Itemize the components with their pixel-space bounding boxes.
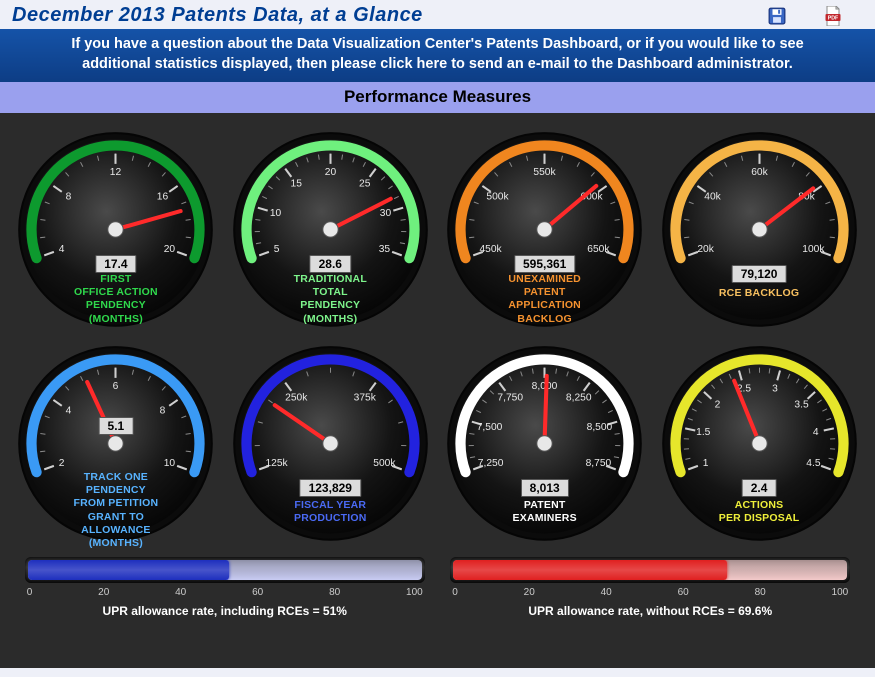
gauge-traditional-total-pendency[interactable]: 5 10 15 20 25 30 35 28.6 TRADITIONALTOTALPENDE… — [228, 127, 433, 337]
svg-text:3.5: 3.5 — [794, 400, 809, 411]
svg-text:500k: 500k — [373, 458, 396, 469]
svg-text:7,500: 7,500 — [477, 422, 503, 433]
banner-line2: additional statistics displayed, then pl… — [82, 56, 793, 72]
gauge-value: 595,361 — [514, 255, 575, 273]
bar-label: UPR allowance rate, without RCEs = 69.6% — [450, 604, 850, 618]
svg-text:8,750: 8,750 — [586, 458, 612, 469]
svg-text:35: 35 — [378, 244, 390, 255]
svg-text:250k: 250k — [285, 393, 308, 404]
svg-text:500k: 500k — [487, 192, 510, 203]
gauge-row-2: 2 4 6 8 10 5.1 TRACK ONEPENDENCYFROM PETITIO… — [12, 341, 863, 551]
svg-text:650k: 650k — [587, 244, 610, 255]
svg-text:5: 5 — [274, 244, 280, 255]
svg-text:4: 4 — [812, 427, 818, 438]
gauge-label: TRACK ONEPENDENCYFROM PETITIONGRANT TOAL… — [13, 471, 218, 550]
svg-text:10: 10 — [270, 208, 282, 219]
bar-label: UPR allowance rate, including RCEs = 51% — [25, 604, 425, 618]
svg-text:4: 4 — [59, 244, 65, 255]
gauge-track-one-pendency[interactable]: 2 4 6 8 10 5.1 TRACK ONEPENDENCYFROM PETITIO… — [13, 341, 218, 551]
save-icon[interactable] — [767, 6, 787, 26]
banner-line1: If you have a question about the Data Vi… — [71, 36, 803, 52]
svg-text:450k: 450k — [480, 244, 503, 255]
gauge-first-office-action-pendency[interactable]: 4 8 12 16 20 17.4 FIRSTOFFICE ACTIONPENDENCY… — [13, 127, 218, 337]
svg-text:16: 16 — [157, 192, 169, 203]
svg-text:100k: 100k — [802, 244, 825, 255]
svg-text:8,250: 8,250 — [566, 393, 592, 404]
gauge-label: RCE BACKLOG — [657, 287, 862, 300]
header-icons: PDF — [767, 6, 843, 26]
bar-outer — [450, 557, 850, 583]
gauge-value: 28.6 — [310, 255, 351, 273]
gauge-patent-examiners[interactable]: 7,2507,5007,7508,0008,2508,5008,750 8,01… — [442, 341, 647, 551]
bar-fill — [453, 560, 727, 580]
svg-text:3: 3 — [772, 383, 778, 394]
section-title: Performance Measures — [0, 82, 875, 113]
gauge-value: 8,013 — [521, 479, 569, 497]
gauge-label: FIRSTOFFICE ACTIONPENDENCY(MONTHS) — [13, 273, 218, 326]
gauge-unexamined-patent-application-backlog[interactable]: 450k500k550k600k650k 595,361 UNEXAMINEDP… — [442, 127, 647, 337]
dashboard-panel: 48121620 17.4 FIRSTOFFICE ACTIONPENDENCY… — [0, 113, 875, 668]
pdf-icon[interactable]: PDF — [823, 6, 843, 26]
svg-text:12: 12 — [110, 167, 122, 178]
svg-text:4.5: 4.5 — [806, 458, 821, 469]
svg-text:1: 1 — [702, 458, 708, 469]
svg-text:20: 20 — [325, 167, 337, 178]
info-banner[interactable]: If you have a question about the Data Vi… — [0, 29, 875, 82]
bar-upr-including-rces[interactable]: 020406080100 UPR allowance rate, includi… — [25, 557, 425, 618]
gauge-actions-per-disposal[interactable]: 11.522.533.544.5 2.4 ACTIONSPER DISPOSAL — [657, 341, 862, 551]
svg-text:40k: 40k — [704, 192, 721, 203]
svg-text:125k: 125k — [265, 458, 288, 469]
bar-fill — [28, 560, 229, 580]
gauge-needle — [545, 376, 547, 444]
svg-text:7,250: 7,250 — [478, 458, 504, 469]
bar-ticks: 020406080100 — [450, 587, 850, 598]
svg-text:4: 4 — [66, 406, 72, 417]
header-bar: December 2013 Patents Data, at a Glance … — [0, 0, 875, 29]
gauge-row-1: 4 8 12 16 20 17.4 FIRSTOFFICE ACTIONPENDENCY… — [12, 127, 863, 337]
svg-text:2: 2 — [59, 458, 65, 469]
svg-text:2: 2 — [714, 400, 720, 411]
svg-text:6: 6 — [113, 381, 119, 392]
gauge-value: 123,829 — [300, 479, 361, 497]
gauge-label: UNEXAMINEDPATENTAPPLICATIONBACKLOG — [442, 273, 647, 326]
bar-upr-without-rces[interactable]: 020406080100 UPR allowance rate, without… — [450, 557, 850, 618]
page-title: December 2013 Patents Data, at a Glance — [12, 4, 423, 27]
gauge-label: PATENTEXAMINERS — [442, 499, 647, 525]
gauge-value: 79,120 — [732, 265, 787, 283]
svg-text:7,750: 7,750 — [498, 393, 524, 404]
gauge-fiscal-year-production[interactable]: 125k 250k 375k 500k 123,829 FISCAL YEARPROD… — [228, 341, 433, 551]
gauge-label: TRADITIONALTOTALPENDENCY(MONTHS) — [228, 273, 433, 326]
bar-ticks: 020406080100 — [25, 587, 425, 598]
svg-text:30: 30 — [380, 208, 392, 219]
svg-text:60k: 60k — [751, 167, 768, 178]
gauge-value: 5.1 — [99, 417, 134, 435]
svg-text:PDF: PDF — [828, 15, 839, 21]
gauge-label: FISCAL YEARPRODUCTION — [228, 499, 433, 525]
svg-text:10: 10 — [164, 458, 176, 469]
gauge-rce-backlog[interactable]: 20k40k60k80k100k 79,120 RCE BACKLOG — [657, 127, 862, 337]
svg-text:20: 20 — [164, 244, 176, 255]
svg-text:375k: 375k — [353, 393, 376, 404]
svg-text:15: 15 — [290, 179, 302, 190]
svg-text:8: 8 — [66, 192, 72, 203]
gauge-value: 2.4 — [742, 479, 777, 497]
svg-text:550k: 550k — [534, 167, 557, 178]
svg-text:8: 8 — [160, 406, 166, 417]
bars-row: 020406080100 UPR allowance rate, includi… — [12, 557, 863, 618]
bar-outer — [25, 557, 425, 583]
svg-text:20k: 20k — [697, 244, 714, 255]
svg-text:1.5: 1.5 — [696, 427, 711, 438]
gauge-label: ACTIONSPER DISPOSAL — [657, 499, 862, 525]
gauge-value: 17.4 — [95, 255, 136, 273]
svg-text:8,500: 8,500 — [587, 422, 613, 433]
svg-text:25: 25 — [359, 179, 371, 190]
